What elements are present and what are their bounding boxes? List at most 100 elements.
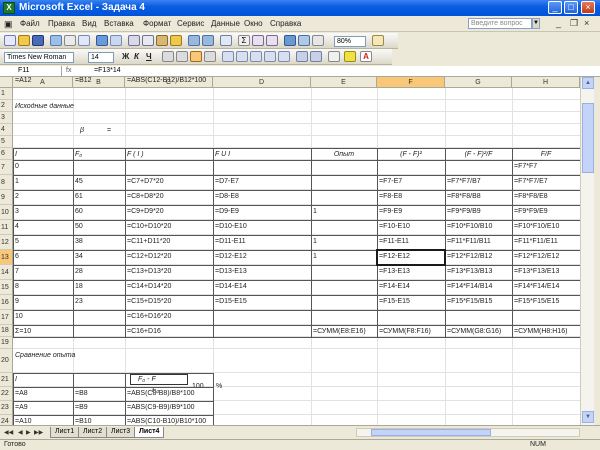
row-header-1[interactable]: 1 bbox=[0, 88, 13, 100]
horizontal-scrollbar[interactable] bbox=[356, 428, 580, 437]
sheet-tab-4[interactable]: Лист4 bbox=[134, 427, 165, 438]
open-icon[interactable] bbox=[18, 35, 30, 46]
sort-ascending-icon[interactable] bbox=[252, 35, 264, 46]
merge-center-icon[interactable] bbox=[204, 51, 216, 62]
row-header-20[interactable]: 20 bbox=[0, 349, 13, 373]
doc-close-button[interactable]: × bbox=[584, 18, 589, 28]
select-all-corner[interactable] bbox=[0, 77, 13, 88]
menu-data[interactable]: Данные bbox=[211, 19, 240, 28]
excel-icon[interactable]: X bbox=[3, 2, 15, 14]
row-header-21[interactable]: 21 bbox=[0, 373, 13, 387]
row-header-3[interactable]: 3 bbox=[0, 112, 13, 124]
hyperlink-icon[interactable] bbox=[220, 35, 232, 46]
row-header-8[interactable]: 8 bbox=[0, 175, 13, 190]
vertical-scrollbar[interactable]: ▲ ▼ bbox=[580, 77, 594, 425]
drawing-icon[interactable] bbox=[298, 35, 310, 46]
fill-color-icon[interactable] bbox=[344, 51, 356, 62]
align-left-icon[interactable] bbox=[162, 51, 174, 62]
help-question-input[interactable]: Введите вопрос bbox=[468, 18, 532, 29]
first-sheet-icon[interactable]: ◀◀ bbox=[4, 429, 13, 436]
sheet-tab-3[interactable]: Лист3 bbox=[106, 427, 136, 438]
row-header-16[interactable]: 16 bbox=[0, 295, 13, 310]
row-header-4[interactable]: 4 bbox=[0, 124, 13, 136]
name-box[interactable]: F11 bbox=[2, 66, 62, 76]
menu-window[interactable]: Окно bbox=[244, 19, 263, 28]
row-header-11[interactable]: 11 bbox=[0, 220, 13, 235]
sheet-tab-1[interactable]: Лист1 bbox=[50, 427, 80, 438]
help-icon[interactable] bbox=[372, 35, 384, 46]
menu-view[interactable]: Вид bbox=[82, 19, 96, 28]
last-sheet-icon[interactable]: ▶▶ bbox=[34, 429, 43, 436]
autosum-icon[interactable]: Σ bbox=[238, 35, 250, 46]
sort-descending-icon[interactable] bbox=[266, 35, 278, 46]
new-icon[interactable] bbox=[4, 35, 16, 46]
column-header-h[interactable]: H bbox=[512, 77, 580, 88]
permission-icon[interactable] bbox=[50, 35, 62, 46]
italic-button[interactable]: К bbox=[134, 52, 139, 61]
next-sheet-icon[interactable]: ▶ bbox=[26, 429, 31, 436]
align-center-icon[interactable] bbox=[176, 51, 188, 62]
increase-indent-icon[interactable] bbox=[310, 51, 322, 62]
row-header-17[interactable]: 17 bbox=[0, 310, 13, 325]
row-header-7[interactable]: 7 bbox=[0, 160, 13, 175]
font-color-icon[interactable]: A bbox=[360, 51, 372, 62]
cut-icon[interactable] bbox=[128, 35, 140, 46]
chart-wizard-icon[interactable] bbox=[284, 35, 296, 46]
column-header-d[interactable]: D bbox=[213, 77, 311, 88]
column-header-f[interactable]: F bbox=[377, 77, 445, 88]
row-header-22[interactable]: 22 bbox=[0, 387, 13, 401]
formula-bar-toggle-icon[interactable] bbox=[312, 35, 324, 46]
scroll-down-icon[interactable]: ▼ bbox=[582, 411, 594, 423]
column-header-g[interactable]: G bbox=[445, 77, 512, 88]
excel-doc-icon[interactable]: ▣ bbox=[4, 19, 13, 30]
print-icon[interactable] bbox=[64, 35, 76, 46]
row-header-5[interactable]: 5 bbox=[0, 136, 13, 148]
vertical-scroll-thumb[interactable] bbox=[582, 103, 594, 173]
print-preview-icon[interactable] bbox=[78, 35, 90, 46]
borders-icon[interactable] bbox=[328, 51, 340, 62]
zoom-select[interactable]: 80% bbox=[334, 36, 366, 47]
redo-icon[interactable] bbox=[202, 35, 214, 46]
save-icon[interactable] bbox=[32, 35, 44, 46]
row-header-2[interactable]: 2 bbox=[0, 100, 13, 112]
row-header-14[interactable]: 14 bbox=[0, 265, 13, 280]
row-header-19[interactable]: 19 bbox=[0, 337, 13, 349]
row-header-18[interactable]: 18 bbox=[0, 325, 13, 337]
row-header-6[interactable]: 6 bbox=[0, 148, 13, 160]
sheet-tab-2[interactable]: Лист2 bbox=[78, 427, 108, 438]
menu-help[interactable]: Справка bbox=[270, 19, 301, 28]
row-header-13[interactable]: 13 bbox=[0, 250, 13, 265]
spelling-icon[interactable] bbox=[96, 35, 108, 46]
menu-insert[interactable]: Вставка bbox=[104, 19, 134, 28]
percent-icon[interactable] bbox=[236, 51, 248, 62]
prev-sheet-icon[interactable]: ◀ bbox=[18, 429, 23, 436]
worksheet-grid[interactable]: A B C D E F G H 1 2 3 4 5 6 7 8 9 10 11 12 13 14 15 16 17 18 19 20 2… bbox=[0, 77, 580, 425]
menu-format[interactable]: Формат bbox=[143, 19, 171, 28]
research-icon[interactable] bbox=[110, 35, 122, 46]
comma-style-icon[interactable] bbox=[250, 51, 262, 62]
paste-icon[interactable] bbox=[156, 35, 168, 46]
column-header-e[interactable]: E bbox=[311, 77, 377, 88]
minimize-button[interactable]: _ bbox=[548, 1, 562, 14]
row-header-15[interactable]: 15 bbox=[0, 280, 13, 295]
doc-restore-button[interactable]: ❐ bbox=[570, 18, 578, 29]
fx-icon[interactable]: fx bbox=[66, 66, 71, 76]
row-header-10[interactable]: 10 bbox=[0, 205, 13, 220]
scroll-up-icon[interactable]: ▲ bbox=[582, 77, 594, 89]
horizontal-scroll-thumb[interactable] bbox=[371, 429, 491, 436]
underline-button[interactable]: Ч bbox=[146, 52, 152, 61]
decrease-decimal-icon[interactable] bbox=[278, 51, 290, 62]
maximize-button[interactable]: □ bbox=[564, 1, 578, 14]
menu-file[interactable]: Файл bbox=[20, 19, 40, 28]
decrease-indent-icon[interactable] bbox=[296, 51, 308, 62]
formula-input[interactable]: =F13*14 bbox=[94, 66, 121, 76]
close-button[interactable]: × bbox=[581, 1, 595, 14]
font-size-select[interactable]: 14 bbox=[88, 52, 114, 63]
active-cell-selection[interactable] bbox=[376, 249, 446, 266]
row-header-12[interactable]: 12 bbox=[0, 235, 13, 250]
currency-icon[interactable] bbox=[222, 51, 234, 62]
doc-minimize-button[interactable]: _ bbox=[556, 18, 561, 28]
undo-icon[interactable] bbox=[188, 35, 200, 46]
copy-icon[interactable] bbox=[142, 35, 154, 46]
row-header-24[interactable]: 24 bbox=[0, 415, 13, 425]
